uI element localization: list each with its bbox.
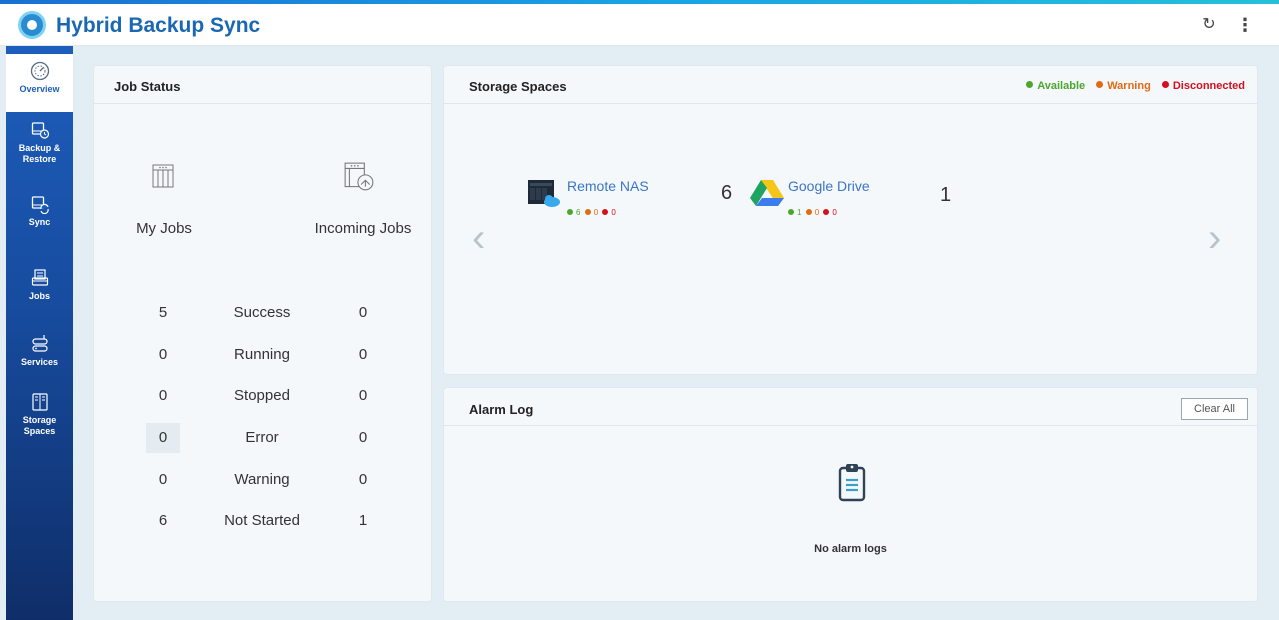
dashboard-icon bbox=[30, 61, 49, 81]
storage-item-google-drive[interactable]: Google Drive bbox=[788, 178, 870, 194]
disconnected-dot bbox=[602, 209, 609, 215]
available-dot bbox=[1026, 81, 1034, 88]
status-legend: Available Warning Disconnected bbox=[1018, 80, 1245, 92]
legend-available: Available bbox=[1037, 80, 1086, 92]
job-status-label: Not Started bbox=[224, 512, 300, 529]
warning-count: 0 bbox=[814, 208, 820, 217]
disconnected-dot bbox=[1161, 81, 1169, 88]
storage-spaces-title: Storage Spaces bbox=[469, 79, 567, 94]
available-count: 1 bbox=[797, 208, 802, 217]
available-dot bbox=[567, 209, 573, 215]
google-drive-count: 1 bbox=[940, 184, 952, 206]
storage-spaces-panel: Storage Spaces Available Warning Disconn… bbox=[443, 65, 1258, 375]
sidebar-item-label: Jobs bbox=[28, 291, 50, 301]
job-status-label: Error bbox=[245, 429, 279, 446]
job-status-title: Job Status bbox=[114, 79, 181, 94]
alarm-log-panel: Alarm Log Clear All No alarm logs bbox=[443, 387, 1258, 602]
storage-item-remote-nas[interactable]: Remote NAS bbox=[567, 178, 649, 194]
clear-all-button[interactable]: Clear All bbox=[1181, 398, 1248, 420]
backup-restore-icon bbox=[31, 122, 49, 139]
job-stat-row: 0 Stopped 0 bbox=[94, 381, 433, 411]
sidebar-item-sync[interactable]: Sync bbox=[6, 194, 73, 242]
disconnected-dot bbox=[823, 209, 830, 215]
sidebar-item-label: Services bbox=[20, 357, 59, 367]
available-count: 6 bbox=[576, 208, 581, 217]
incoming-jobs-label: Incoming Jobs bbox=[314, 220, 412, 237]
google-drive-icon bbox=[750, 180, 784, 206]
sidebar-item-label: Overview bbox=[19, 84, 60, 94]
remote-nas-icon bbox=[528, 180, 560, 207]
incoming-jobs-count: 0 bbox=[358, 429, 368, 446]
prev-arrow-icon[interactable]: ‹ bbox=[472, 216, 485, 261]
legend-warning: Warning bbox=[1107, 80, 1151, 92]
my-jobs-count: 0 bbox=[158, 471, 168, 488]
more-vertical-icon[interactable]: ⋮ bbox=[1236, 16, 1254, 34]
sidebar-item-services[interactable]: Services bbox=[6, 334, 73, 382]
panel-header: Job Status bbox=[94, 66, 431, 104]
my-jobs-count: 6 bbox=[158, 512, 168, 529]
my-jobs-count: 0 bbox=[158, 346, 168, 363]
sidebar-item-label: Sync bbox=[28, 217, 51, 227]
jobs-icon bbox=[31, 269, 48, 286]
job-status-panel: Job Status My Jobs Incoming Jobs 5 Succe… bbox=[93, 65, 432, 602]
sidebar: Overview Backup & Restore Sync Jobs Serv… bbox=[6, 46, 73, 620]
job-stat-row: 0 Error 0 bbox=[94, 423, 433, 453]
incoming-jobs-count: 0 bbox=[358, 471, 368, 488]
app-header: Hybrid Backup Sync ↻ ⋮ bbox=[0, 4, 1279, 46]
panel-header: Alarm Log Clear All bbox=[444, 388, 1257, 426]
app-title: Hybrid Backup Sync bbox=[56, 14, 261, 37]
my-jobs-label: My Jobs bbox=[136, 220, 192, 237]
job-stat-row: 0 Running 0 bbox=[94, 340, 433, 370]
storage-spaces-icon bbox=[31, 393, 48, 411]
my-jobs-count: 5 bbox=[158, 304, 168, 321]
sync-icon bbox=[31, 196, 49, 214]
disconnected-count: 0 bbox=[832, 208, 837, 217]
sidebar-item-backup-restore[interactable]: Backup & Restore bbox=[6, 118, 73, 180]
next-arrow-icon[interactable]: › bbox=[1208, 216, 1221, 261]
legend-disconnected: Disconnected bbox=[1172, 80, 1245, 92]
job-stat-row: 6 Not Started 1 bbox=[94, 506, 433, 536]
sidebar-item-jobs[interactable]: Jobs bbox=[6, 268, 73, 316]
disconnected-count: 0 bbox=[611, 208, 616, 217]
warning-dot bbox=[584, 209, 591, 215]
available-dot bbox=[788, 209, 794, 215]
warning-count: 0 bbox=[593, 208, 599, 217]
job-status-label: Running bbox=[234, 346, 290, 363]
job-status-label: Success bbox=[233, 304, 291, 321]
job-stat-row: 0 Warning 0 bbox=[94, 465, 433, 495]
my-jobs-count: 0 bbox=[158, 387, 168, 404]
sidebar-item-label: Backup & Restore bbox=[18, 143, 61, 164]
clipboard-icon bbox=[838, 464, 866, 502]
my-jobs-count: 0 bbox=[158, 429, 168, 446]
job-status-label: Warning bbox=[234, 471, 290, 488]
warning-dot bbox=[805, 209, 812, 215]
refresh-icon[interactable]: ↻ bbox=[1200, 16, 1218, 34]
services-icon bbox=[31, 335, 48, 352]
job-status-label: Stopped bbox=[234, 387, 290, 404]
alarm-log-title: Alarm Log bbox=[469, 402, 534, 417]
job-stat-row: 5 Success 0 bbox=[94, 298, 433, 328]
incoming-jobs-count: 1 bbox=[358, 512, 368, 529]
incoming-jobs-count: 0 bbox=[358, 387, 368, 404]
panel-header: Storage Spaces Available Warning Disconn… bbox=[444, 66, 1257, 104]
remote-nas-count: 6 bbox=[721, 182, 733, 204]
incoming-jobs-icon bbox=[344, 162, 374, 191]
warning-dot bbox=[1096, 81, 1104, 88]
empty-state-text: No alarm logs bbox=[814, 543, 887, 555]
sidebar-item-storage-spaces[interactable]: Storage Spaces bbox=[6, 392, 73, 456]
sidebar-item-label: Storage Spaces bbox=[22, 415, 57, 436]
remote-nas-status-counts: 6 0 0 bbox=[565, 208, 616, 217]
google-drive-status-counts: 1 0 0 bbox=[786, 208, 837, 217]
my-jobs-icon bbox=[152, 164, 174, 188]
sidebar-item-overview[interactable]: Overview bbox=[6, 54, 73, 112]
app-logo-icon bbox=[18, 11, 46, 39]
incoming-jobs-count: 0 bbox=[358, 304, 368, 321]
incoming-jobs-count: 0 bbox=[358, 346, 368, 363]
